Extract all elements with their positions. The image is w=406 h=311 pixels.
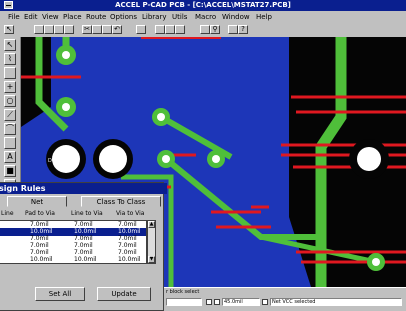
status-checkbox[interactable] xyxy=(214,299,220,305)
menu-edit[interactable]: Edit xyxy=(24,11,38,23)
pad-label: DGND16_1 xyxy=(48,158,75,164)
new-file-icon[interactable] xyxy=(34,25,44,34)
place-component-icon[interactable] xyxy=(4,67,16,79)
pad-label: GND_1 xyxy=(104,158,121,164)
pad-hole xyxy=(212,155,220,163)
scroll-up-icon[interactable]: ▲ xyxy=(148,221,155,228)
status-width-field[interactable]: 45.0mil xyxy=(222,298,260,306)
menu-library[interactable]: Library xyxy=(142,11,166,23)
col-header-pad-to-via: Pad to Via xyxy=(25,210,55,217)
pad-hole xyxy=(357,147,381,171)
route-icon[interactable]: ⌇ xyxy=(4,53,16,65)
set-all-button[interactable]: Set All xyxy=(35,287,85,301)
paste-icon[interactable] xyxy=(102,25,112,34)
place-arc-icon[interactable]: ⌒ xyxy=(4,123,16,135)
cell-via-to-via: 10.0mil xyxy=(118,256,141,263)
route-manual-icon[interactable] xyxy=(165,25,175,34)
query-icon[interactable] xyxy=(228,25,238,34)
menu-macro[interactable]: Macro xyxy=(195,11,216,23)
toolbar: ↖ ✂ ↶ ⚲ ? xyxy=(0,23,406,38)
print-icon[interactable] xyxy=(64,25,74,34)
cell-line-to-via: 10.0mil xyxy=(74,256,97,263)
menu-route[interactable]: Route xyxy=(86,11,106,23)
col-header-via-to-via: Via to Via xyxy=(116,210,145,217)
help-icon[interactable]: ? xyxy=(238,25,248,34)
pad-hole xyxy=(157,113,165,121)
route-tool-icon[interactable] xyxy=(155,25,165,34)
open-file-icon[interactable] xyxy=(44,25,54,34)
place-via-icon[interactable]: ○ xyxy=(4,95,16,107)
rules-list[interactable]: 7.0mil 7.0mil 7.0mil 10.0mil 10.0mil 10.… xyxy=(0,220,147,264)
copy-icon[interactable] xyxy=(92,25,102,34)
route-multi-icon[interactable] xyxy=(175,25,185,34)
undo-icon[interactable]: ↶ xyxy=(112,25,122,34)
status-bar: r block select 45.0mil Net VCC selected xyxy=(164,287,406,311)
pointer-tool-icon[interactable]: ↖ xyxy=(4,25,14,34)
menu-file[interactable]: File xyxy=(8,11,20,23)
list-scrollbar[interactable]: ▲ ▼ xyxy=(147,220,156,264)
zoom-icon[interactable]: ⚲ xyxy=(210,25,220,34)
save-file-icon[interactable] xyxy=(54,25,64,34)
status-field-coords xyxy=(166,298,202,306)
pcb-window: ACCEL P-CAD PCB - [C:\ACCEL\MSTAT27.PCB]… xyxy=(0,0,406,311)
place-line-icon[interactable]: ⟋ xyxy=(4,109,16,121)
scroll-down-icon[interactable]: ▼ xyxy=(148,256,155,263)
menu-options[interactable]: Options xyxy=(110,11,137,23)
place-text-icon[interactable]: A xyxy=(4,151,16,163)
status-message: Net VCC selected xyxy=(270,298,402,306)
status-checkbox[interactable] xyxy=(262,299,268,305)
layer-icon[interactable] xyxy=(136,25,146,34)
title-bar: ACCEL P-CAD PCB - [C:\ACCEL\MSTAT27.PCB] xyxy=(0,0,406,11)
place-pad-icon[interactable]: + xyxy=(4,81,16,93)
design-rules-dialog: sign Rules Net Class To Class Line Pad t… xyxy=(0,182,167,311)
place-fill-icon[interactable]: ■ xyxy=(4,165,16,177)
col-header-line-to-via: Line to Via xyxy=(71,210,103,217)
system-menu-icon[interactable] xyxy=(4,1,13,9)
table-row[interactable]: 10.0mil 10.0mil 10.0mil xyxy=(0,256,146,263)
col-header-line: Line xyxy=(1,210,14,217)
pad-hole xyxy=(162,155,170,163)
pad-hole xyxy=(62,51,70,59)
zoom-window-icon[interactable] xyxy=(200,25,210,34)
status-checkbox[interactable] xyxy=(206,299,212,305)
place-polygon-icon[interactable] xyxy=(4,137,16,149)
cell-pad-to-via: 10.0mil xyxy=(30,256,53,263)
tab-class-to-class[interactable]: Class To Class xyxy=(81,196,161,207)
status-prompt: r block select xyxy=(166,289,200,295)
dialog-title: sign Rules xyxy=(0,183,167,194)
cut-icon[interactable]: ✂ xyxy=(82,25,92,34)
menu-view[interactable]: View xyxy=(42,11,59,23)
menu-window[interactable]: Window xyxy=(222,11,250,23)
menu-place[interactable]: Place xyxy=(63,11,82,23)
window-title: ACCEL P-CAD PCB - [C:\ACCEL\MSTAT27.PCB] xyxy=(115,1,291,9)
pad-hole xyxy=(372,258,380,266)
menu-utils[interactable]: Utils xyxy=(172,11,187,23)
pad-hole xyxy=(62,103,70,111)
menu-help[interactable]: Help xyxy=(256,11,272,23)
select-tool-icon[interactable]: ↖ xyxy=(4,39,16,51)
update-button[interactable]: Update xyxy=(97,287,151,301)
tab-net[interactable]: Net xyxy=(7,196,67,207)
trace xyxy=(159,114,233,160)
